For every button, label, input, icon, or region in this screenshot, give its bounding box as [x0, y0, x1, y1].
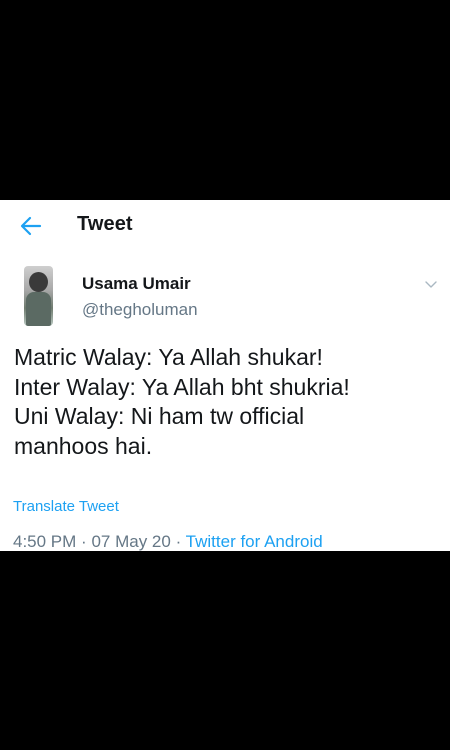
tweet-source-link[interactable]: Twitter for Android [186, 532, 323, 551]
arrow-left-icon [20, 216, 42, 236]
avatar-body [26, 292, 51, 326]
tweet-metadata: 4:50 PM · 07 May 20 · Twitter for Androi… [13, 532, 323, 551]
tweet-line: Matric Walay: Ya Allah shukar! [14, 344, 323, 370]
page-title: Tweet [77, 213, 133, 235]
meta-separator: · [175, 532, 182, 551]
back-button[interactable] [18, 214, 44, 238]
avatar[interactable] [24, 266, 53, 326]
tweet-line: Inter Walay: Ya Allah bht shukria! [14, 373, 350, 400]
author-handle[interactable]: @thegholuman [82, 300, 198, 320]
tweet-date: 07 May 20 [91, 532, 171, 551]
tweet-line: manhoos hai. [14, 432, 153, 459]
avatar-head [29, 272, 48, 292]
top-bar: Tweet [0, 200, 450, 252]
chevron-down-icon[interactable] [424, 276, 438, 288]
author-name[interactable]: Usama Umair [82, 274, 191, 294]
translate-tweet-link[interactable]: Translate Tweet [13, 498, 119, 515]
tweet-time: 4:50 PM [13, 532, 77, 551]
tweet-screen: Tweet Usama Umair @thegholuman Matric Wa… [0, 200, 450, 551]
tweet-text: Matric Walay: Ya Allah shukar! Inter Wal… [14, 343, 439, 461]
meta-separator: · [81, 532, 87, 551]
tweet-line: Uni Walay: Ni ham tw official [14, 403, 305, 429]
